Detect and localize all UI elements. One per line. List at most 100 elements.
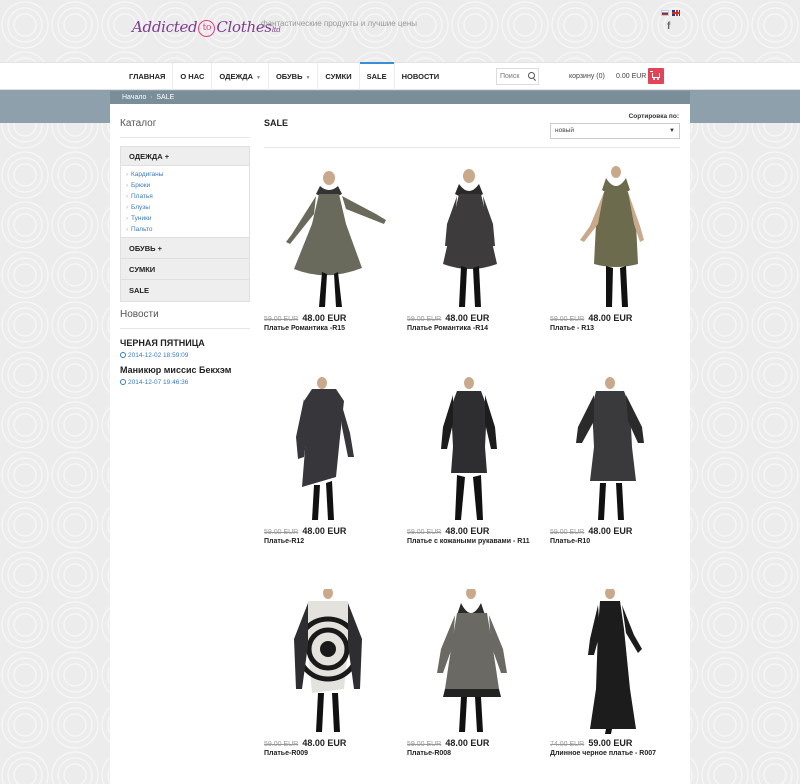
nav-item-label: ОБУВЬ [275,72,303,81]
flag-ru-icon[interactable] [661,10,669,16]
search-icon[interactable] [528,72,535,79]
product-card: 59.00 EUR 48.00 EUR Платье-R10 [550,377,680,545]
main-menu: ГЛАВНАЯ О НАС ОДЕЖДА ▼ ОБУВЬ ▼ СУМКИ SALE … [122,62,447,90]
chevron-right-icon: › [126,205,128,211]
price: 48.00 EUR [445,526,490,536]
nav-item-label: ОДЕЖДА [219,72,253,81]
price-line: 59.00 EUR 48.00 EUR [550,525,680,537]
chevron-right-icon: › [126,172,128,178]
nav-item-about[interactable]: О НАС [173,63,213,90]
chevron-right-icon: › [126,183,128,189]
price: 48.00 EUR [588,526,633,536]
sort-label: Сортировка по: [628,113,679,120]
subcategory-item[interactable]: › Платья [121,191,249,202]
subcategory-item[interactable]: › Блузы [121,202,249,213]
cart-total: 0.00 EUR [616,73,647,80]
search-input[interactable] [497,69,525,84]
product-card: 59.00 EUR 48.00 EUR Платье-R008 [407,589,537,757]
product-name[interactable]: Платье-R009 [264,750,394,757]
product-image[interactable] [407,377,537,522]
news-date-text: 2014-12-02 18:59:09 [128,352,189,359]
subcategory-label: Пальто [131,226,153,233]
site-logo[interactable]: Addicted to Clothesltd [132,18,281,46]
dress-illustration [407,589,537,734]
flag-gb-icon[interactable] [672,10,680,16]
product-image[interactable] [407,589,537,734]
product-name[interactable]: Платье Романтика -R15 [264,325,394,332]
nav-item-sale[interactable]: SALE [359,62,395,90]
news-headline[interactable]: Маникюр миссис Бекхэм [120,365,250,375]
product-image[interactable] [264,164,394,309]
nav-item-clothing[interactable]: ОДЕЖДА ▼ [212,63,269,90]
price-line: 59.00 EUR 48.00 EUR [550,312,680,324]
price-line: 74.00 EUR 59.00 EUR [550,737,680,749]
subcategory-item[interactable]: › Кардиганы [121,169,249,180]
subcategory-item[interactable]: › Пальто [121,224,249,235]
product-image[interactable] [264,377,394,522]
dress-illustration [264,377,394,522]
nav-item-home[interactable]: ГЛАВНАЯ [122,63,174,90]
product-name[interactable]: Длинное черное платье - R007 [550,750,680,757]
product-image[interactable] [550,589,680,734]
news-date: 2014-12-02 18:59:09 [120,352,250,359]
nav-item-label: НОВОСТИ [401,72,440,81]
nav-item-label: SALE [366,72,387,81]
product-name[interactable]: Платье - R13 [550,325,680,332]
nav-item-label: СУМКИ [325,72,352,81]
dress-illustration [264,589,394,734]
old-price: 59.00 EUR [264,741,299,748]
language-switcher [661,10,680,16]
category-sale[interactable]: SALE [121,280,249,301]
breadcrumb-home[interactable]: Начало [122,94,146,101]
price: 48.00 EUR [302,526,347,536]
news-item: Маникюр миссис Бекхэм 2014-12-07 19:46:3… [120,365,250,386]
product-name[interactable]: Платье-R008 [407,750,537,757]
clock-icon [120,379,126,385]
sort-select[interactable]: новый ▼ [550,123,680,139]
product-name[interactable]: Платье Романтика -R14 [407,325,537,332]
product-image[interactable] [407,164,537,309]
price-line: 59.00 EUR 48.00 EUR [264,737,394,749]
old-price: 59.00 EUR [550,316,585,323]
news-item: ЧЕРНАЯ ПЯТНИЦА 2014-12-02 18:59:09 [120,338,250,359]
nav-item-bags[interactable]: СУМКИ [318,63,360,90]
product-card: 59.00 EUR 48.00 EUR Платье-R12 [264,377,394,545]
old-price: 59.00 EUR [264,316,299,323]
facebook-icon[interactable]: f [667,21,670,32]
nav-item-shoes[interactable]: ОБУВЬ ▼ [269,63,319,90]
chevron-right-icon: › [126,227,128,233]
category-clothing[interactable]: ОДЕЖДА + [121,147,249,166]
product-name[interactable]: Платье-R10 [550,538,680,545]
product-image[interactable] [550,377,680,522]
product-name[interactable]: Платье с кожаными рукавами - R11 [407,538,537,545]
subcategory-label: Блузы [131,204,150,211]
category-bags[interactable]: СУМКИ [121,259,249,280]
subcategory-label: Туники [131,215,152,222]
subcategory-item[interactable]: › Брюки [121,180,249,191]
cart-icon [650,71,660,80]
product-image[interactable] [550,164,680,309]
dress-illustration [407,164,537,309]
old-price: 59.00 EUR [550,529,585,536]
main-navbar: ГЛАВНАЯ О НАС ОДЕЖДА ▼ ОБУВЬ ▼ СУМКИ SALE … [0,62,800,90]
logo-part1: Addicted [132,18,198,36]
news-title: Новости [120,309,250,329]
breadcrumb-current: SALE [156,94,175,101]
nav-item-news[interactable]: НОВОСТИ [395,63,447,90]
dress-illustration [407,377,537,522]
product-name[interactable]: Платье-R12 [264,538,394,545]
site-tagline: фантастические продукты и лучшие цены [261,19,418,28]
category-shoes[interactable]: ОБУВЬ + [121,238,249,259]
price: 48.00 EUR [445,738,490,748]
news-headline[interactable]: ЧЕРНАЯ ПЯТНИЦА [120,338,250,348]
cart-button[interactable] [648,68,664,84]
catalog-title: Каталог [120,118,250,138]
product-card: 59.00 EUR 48.00 EUR Платье - R13 [550,164,680,332]
subcategory-item[interactable]: › Туники [121,213,249,224]
product-image[interactable] [264,589,394,734]
site-header: Addicted to Clothesltd фантастические прод… [0,0,800,62]
cart-link[interactable]: корзину (0) [569,63,605,90]
price-line: 59.00 EUR 48.00 EUR [264,525,394,537]
news-date-text: 2014-12-07 19:46:36 [128,379,189,386]
nav-item-label: ГЛАВНАЯ [129,72,166,81]
